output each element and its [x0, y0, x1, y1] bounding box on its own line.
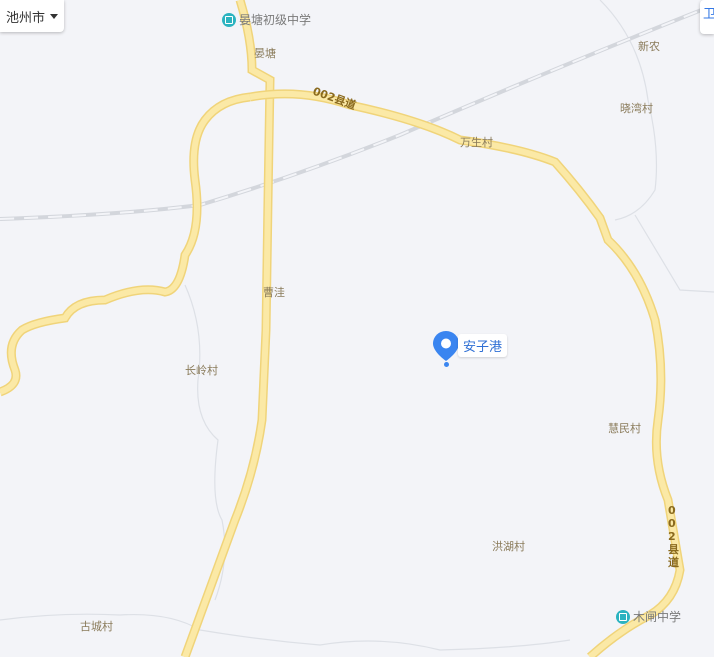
railway — [0, 3, 714, 221]
location-pin-icon[interactable] — [433, 331, 459, 361]
road-label-002-vertical: 002县道 — [668, 504, 679, 569]
place-label: 晏塘 — [254, 47, 276, 60]
caret-down-icon — [50, 13, 58, 19]
place-label: 慧民村 — [608, 422, 641, 435]
poi-label: 木闸中学 — [633, 610, 682, 624]
map-control-button[interactable]: 卫 — [700, 0, 714, 34]
map-control-label: 卫 — [703, 7, 714, 22]
place-label: 洪湖村 — [492, 540, 525, 553]
city-selector-label: 池州市 — [5, 10, 45, 26]
place-label: 古城村 — [80, 620, 113, 633]
place-label: 晓湾村 — [620, 102, 653, 115]
place-label: 新农 — [638, 40, 660, 53]
poi-school-muzha[interactable]: 木闸中学 — [616, 608, 681, 625]
school-icon — [222, 12, 236, 27]
poi-school-yantang[interactable]: 晏塘初级中学 — [222, 11, 311, 28]
place-label: 曹洼 — [263, 286, 285, 299]
school-icon — [616, 609, 630, 624]
marker-label[interactable]: 安子港 — [458, 334, 508, 357]
place-label: 长岭村 — [185, 364, 218, 377]
road-west — [0, 92, 251, 397]
city-selector[interactable]: 池州市 — [0, 0, 64, 32]
marker-point — [444, 362, 449, 367]
road-county — [249, 89, 685, 657]
railway-dash — [0, 4, 714, 220]
place-label: 万生村 — [460, 136, 493, 149]
poi-label: 晏塘初级中学 — [239, 13, 312, 27]
boundary-line — [634, 214, 714, 293]
